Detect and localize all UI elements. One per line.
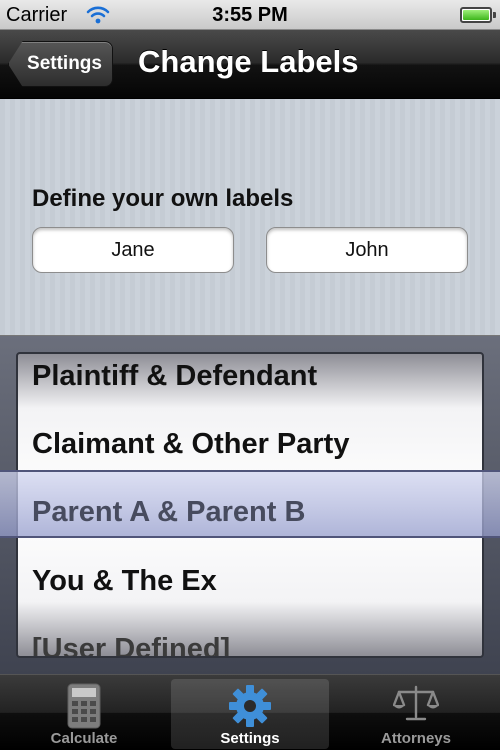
picker-item-you-the-ex[interactable]: You & The Ex (32, 565, 217, 598)
tab-settings-label: Settings (220, 730, 280, 747)
labels-panel: Define your own labels Jane John (0, 99, 500, 336)
tab-calculate-label: Calculate (50, 730, 118, 747)
picker-item-user-defined[interactable]: [User Defined] (32, 633, 230, 656)
tab-calculate[interactable]: Calculate (5, 679, 163, 749)
navigation-bar: Settings Change Labels (0, 30, 500, 99)
tab-bar: Calculate Settings Attorneys (0, 674, 500, 750)
tab-attorneys-label: Attorneys (380, 730, 451, 747)
tab-settings[interactable]: Settings (171, 679, 329, 749)
scales-icon (393, 685, 439, 721)
picker-selected-item[interactable]: Parent A & Parent B (32, 496, 305, 529)
page-title: Change Labels (138, 44, 359, 79)
settings-back-button[interactable]: Settings (8, 41, 113, 87)
tab-attorneys[interactable]: Attorneys (337, 679, 495, 749)
second-label-field[interactable]: John (266, 227, 468, 273)
status-bar: Carrier 3:55 PM (0, 0, 500, 30)
picker-item-plaintiff-defendant[interactable]: Plaintiff & Defendant (32, 360, 317, 393)
status-time: 3:55 PM (212, 4, 288, 26)
gear-icon (229, 685, 271, 727)
picker-item-claimant-other-party[interactable]: Claimant & Other Party (32, 428, 349, 461)
calculator-icon (67, 683, 101, 729)
first-label-field[interactable]: Jane (32, 227, 234, 273)
define-labels-heading: Define your own labels (32, 185, 294, 212)
battery-icon (460, 7, 496, 23)
